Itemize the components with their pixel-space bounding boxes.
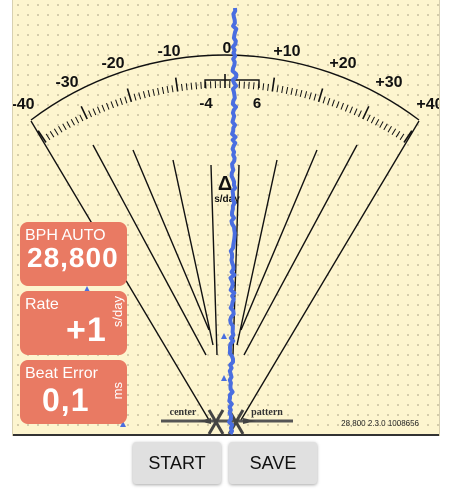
dial-tick xyxy=(161,86,165,94)
dial-tick xyxy=(387,125,392,133)
dial-tick xyxy=(285,86,289,94)
dial-tick xyxy=(383,123,388,131)
trace-line xyxy=(227,7,239,435)
dial-tick xyxy=(97,106,101,114)
dial-tick xyxy=(353,108,358,116)
dial-tick xyxy=(147,89,151,98)
dial-tick xyxy=(53,128,59,135)
version-text: 28,800 2.3.0 1008656 xyxy=(341,419,419,428)
dial-tick xyxy=(362,105,370,120)
dial-tick xyxy=(174,77,179,92)
dial-tick xyxy=(138,92,142,100)
dial-ticks xyxy=(37,74,413,143)
dial-tick xyxy=(252,82,255,90)
dial-tick xyxy=(166,86,169,94)
beat-error-unit: ms xyxy=(110,382,125,400)
dial-tick xyxy=(92,108,97,116)
dial-tick xyxy=(262,83,265,91)
dial-tick xyxy=(349,106,353,114)
dial-tick xyxy=(110,101,114,109)
dial-tick xyxy=(58,125,63,133)
dial-tick xyxy=(281,86,284,94)
dial-tick xyxy=(79,114,84,122)
dial-tick xyxy=(106,102,110,110)
dial-tick xyxy=(379,121,384,128)
bracket-label-high: 6 xyxy=(253,95,261,112)
dial-tick xyxy=(142,91,146,99)
dial-tick xyxy=(366,114,371,122)
dial-tick xyxy=(340,102,344,110)
dial-tick xyxy=(295,88,298,96)
dial-tick xyxy=(80,105,88,120)
dial-tick xyxy=(195,82,198,90)
tick-label-minus-10: -10 xyxy=(157,43,180,60)
dial-tick xyxy=(124,96,128,104)
dial-tick xyxy=(399,133,405,141)
dial-tick xyxy=(370,116,375,124)
dial-tick xyxy=(75,116,80,124)
bph-card[interactable]: BPH AUTO 28,800 xyxy=(20,222,127,286)
dial-tick xyxy=(331,99,335,107)
dial-tick xyxy=(185,83,188,91)
arrow-right-icon xyxy=(243,418,256,424)
start-button[interactable]: START xyxy=(133,442,221,484)
dial-tick xyxy=(327,97,331,105)
dial-tick xyxy=(358,110,362,118)
dial-tick xyxy=(304,91,308,99)
dial-tick xyxy=(45,133,51,141)
dial-tick xyxy=(276,85,279,93)
tick-label-plus-10: +10 xyxy=(273,43,300,60)
dial-tick xyxy=(299,89,303,98)
dial-tick xyxy=(126,88,133,103)
dial-tick xyxy=(49,131,55,138)
beat-error-card[interactable]: Beat Error 0,1 ms xyxy=(20,360,127,424)
tick-label-plus-30: +30 xyxy=(375,74,402,91)
dial-tick xyxy=(267,83,269,91)
dial-tick xyxy=(70,118,75,126)
tick-label-plus-20: +20 xyxy=(329,55,356,72)
dial-tick xyxy=(290,87,293,95)
beat-error-label: Beat Error xyxy=(25,365,98,382)
dial-tick xyxy=(322,96,326,104)
tick-label-minus-40: -40 xyxy=(13,96,35,113)
tick-label-minus-30: -30 xyxy=(55,74,78,91)
beat-error-value: 0,1 xyxy=(42,382,90,418)
dial-tick xyxy=(344,104,349,112)
center-label: center xyxy=(170,407,197,418)
dial-tick xyxy=(271,77,276,92)
dial-tick xyxy=(248,81,250,89)
dial-tick xyxy=(157,87,160,95)
rate-label: Rate xyxy=(25,296,59,313)
dial-tick xyxy=(391,128,397,135)
dial-tick xyxy=(395,131,401,138)
dial-tick xyxy=(317,88,324,103)
dial-tick xyxy=(190,82,193,90)
tick-label-zero: 0 xyxy=(223,40,232,57)
rate-value: +1 xyxy=(66,311,107,349)
dial-tick xyxy=(101,104,106,112)
dial-tick xyxy=(62,123,67,131)
dial-tick xyxy=(336,101,340,109)
dial-tick xyxy=(66,121,71,128)
rate-card[interactable]: Rate +1 s/day xyxy=(20,291,127,355)
bracket-label-low: -4 xyxy=(199,95,213,112)
dial-tick xyxy=(88,110,92,118)
dial-tick xyxy=(171,85,174,93)
dial-tick xyxy=(375,118,380,126)
dial-tick xyxy=(119,97,123,105)
dial-tick xyxy=(200,81,202,89)
rate-unit: s/day xyxy=(110,296,125,328)
dial-tick xyxy=(152,88,155,96)
pattern-label: pattern xyxy=(251,407,283,418)
dial-tick xyxy=(313,93,317,101)
dial-tick xyxy=(133,93,137,101)
dial-tick xyxy=(308,92,312,100)
arrow-left-icon xyxy=(198,418,211,424)
save-button[interactable]: SAVE xyxy=(229,442,317,484)
dial-tick xyxy=(181,83,183,91)
bph-value: 28,800 xyxy=(27,242,119,273)
tick-label-minus-20: -20 xyxy=(101,55,124,72)
dial-tick xyxy=(115,99,119,107)
tick-label-plus-40: +40 xyxy=(416,96,439,113)
